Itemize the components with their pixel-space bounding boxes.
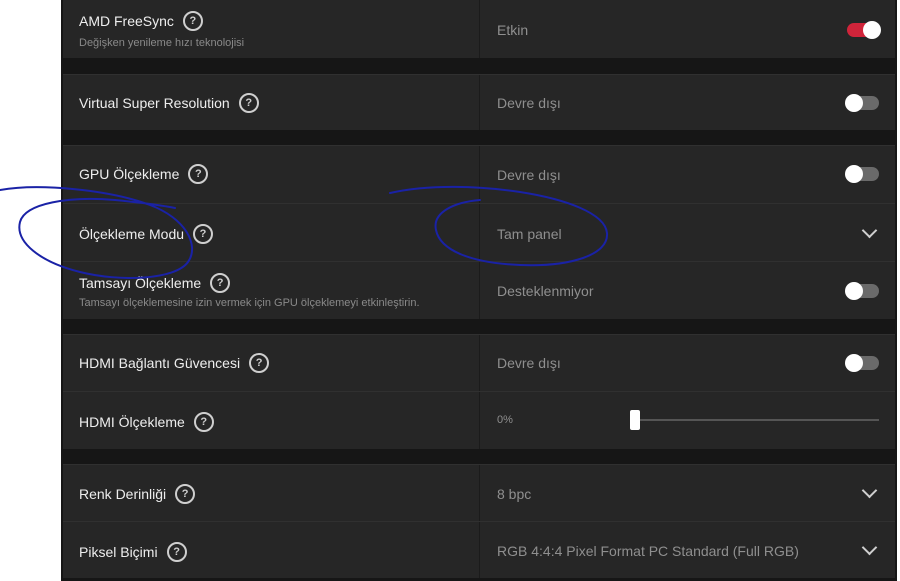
toggle-knob [845,354,863,372]
row-hdmi-scaling: HDMI Ölçekleme ? 0% [63,391,895,449]
row-value: Devre dışı [497,355,561,371]
chevron-down-icon [861,482,878,499]
integer-scaling-toggle[interactable] [845,282,879,300]
row-description: Değişken yenileme hızı teknolojisi [79,37,245,49]
row-hdmi-link-assurance: HDMI Bağlantı Güvencesi ? Devre dışı [63,334,895,391]
help-icon[interactable]: ? [210,273,231,293]
toggle-knob [845,94,863,112]
dropdown-value: Tam panel [497,226,562,242]
row-pixel-format[interactable]: Piksel Biçimi ? RGB 4:4:4 Pixel Format P… [63,521,895,578]
help-icon[interactable]: ? [188,164,209,184]
row-label: HDMI Bağlantı Güvencesi [79,355,241,371]
slider-value: 0% [497,414,513,426]
hdmi-scaling-slider-track[interactable] [630,419,879,421]
toggle-knob [845,282,863,300]
freesync-toggle[interactable] [847,21,881,39]
row-label: Ölçekleme Modu [79,226,185,242]
row-label: Renk Derinliği [79,486,167,502]
toggle-knob [845,165,863,183]
row-scaling-mode[interactable]: Ölçekleme Modu ? Tam panel [63,203,895,261]
help-icon[interactable]: ? [182,11,203,31]
row-description: Tamsayı ölçeklemesine izin vermek için G… [79,297,420,309]
gpu-scaling-toggle[interactable] [845,165,879,183]
row-label: GPU Ölçekleme [79,166,180,182]
help-icon[interactable]: ? [193,224,214,244]
row-value: Desteklenmiyor [497,283,594,299]
row-value: Etkin [497,22,529,38]
toggle-knob [863,21,881,39]
hdmi-scaling-slider-thumb[interactable] [630,410,640,430]
pixel-format-dropdown[interactable]: RGB 4:4:4 Pixel Format PC Standard (Full… [480,522,895,578]
row-label: Piksel Biçimi [79,544,158,560]
row-gpu-scaling: GPU Ölçekleme ? Devre dışı [63,145,895,203]
row-amd-freesync: AMD FreeSync ? Değişken yenileme hızı te… [63,0,895,58]
color-depth-dropdown[interactable]: 8 bpc [480,465,895,521]
help-icon[interactable]: ? [175,484,196,504]
row-integer-scaling: Tamsayı Ölçekleme ? Tamsayı ölçeklemesin… [63,261,895,319]
chevron-down-icon [861,539,878,556]
row-value: Devre dışı [497,95,561,111]
row-virtual-super-resolution: Virtual Super Resolution ? Devre dışı [63,74,895,130]
help-icon[interactable]: ? [249,353,270,373]
row-color-depth[interactable]: Renk Derinliği ? 8 bpc [63,464,895,521]
help-icon[interactable]: ? [166,542,187,562]
help-icon[interactable]: ? [238,93,259,113]
row-value: Devre dışı [497,167,561,183]
hdmi-link-toggle[interactable] [845,354,879,372]
scaling-mode-dropdown[interactable]: Tam panel [480,204,895,261]
row-label: AMD FreeSync [79,13,174,29]
vsr-toggle[interactable] [845,94,879,112]
row-label: Tamsayı Ölçekleme [79,275,202,291]
chevron-down-icon [861,222,878,239]
row-label: Virtual Super Resolution [79,95,230,111]
row-label: HDMI Ölçekleme [79,414,185,430]
help-icon[interactable]: ? [193,412,214,432]
dropdown-value: RGB 4:4:4 Pixel Format PC Standard (Full… [497,543,799,559]
dropdown-value: 8 bpc [497,486,532,502]
